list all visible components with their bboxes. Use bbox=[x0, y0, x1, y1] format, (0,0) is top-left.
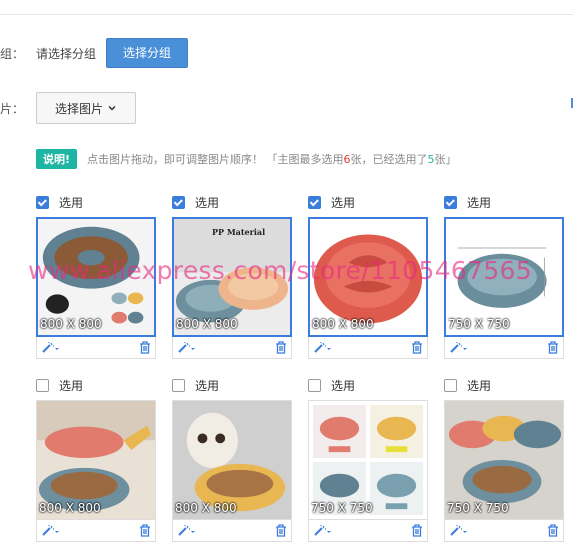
notice-text-after: 张」 bbox=[434, 153, 457, 166]
card-toolbar bbox=[172, 337, 292, 359]
select-checkbox[interactable] bbox=[36, 195, 49, 209]
image-size-label: 750 X 750 bbox=[448, 317, 510, 331]
image-card: 选用 750 X 750 bbox=[308, 376, 428, 542]
notice-badge: 说明! bbox=[36, 149, 78, 169]
image-size-label: 750 X 750 bbox=[311, 501, 373, 515]
top-divider bbox=[0, 14, 573, 15]
image-size-label: 750 X 750 bbox=[447, 501, 509, 515]
select-group-button[interactable]: 选择分组 bbox=[106, 38, 189, 68]
chevron-down-icon bbox=[108, 105, 116, 111]
trash-icon[interactable] bbox=[139, 341, 151, 354]
select-checkbox[interactable] bbox=[308, 378, 321, 392]
select-label: 选用 bbox=[59, 378, 84, 393]
trash-icon[interactable] bbox=[139, 524, 151, 537]
image-size-label: 800 X 800 bbox=[39, 501, 101, 515]
image-card: 选用 800 X 800 bbox=[36, 376, 156, 542]
notice-max-count: 6 bbox=[343, 152, 351, 166]
image-row: 片： 选择图片 bbox=[0, 92, 136, 124]
product-thumbnail[interactable]: 800 X 800 bbox=[172, 400, 292, 520]
magic-wand-icon[interactable] bbox=[41, 524, 61, 537]
magic-wand-icon[interactable] bbox=[177, 341, 197, 354]
select-image-button[interactable]: 选择图片 bbox=[36, 92, 136, 124]
trash-icon[interactable] bbox=[411, 524, 423, 537]
notice-text-before: 点击图片拖动，即可调整图片顺序！ 「主图最多选用 bbox=[87, 153, 344, 166]
group-row: 组： 请选择分组 选择分组 bbox=[0, 38, 189, 68]
select-label: 选用 bbox=[195, 195, 220, 210]
store-watermark: www.aliexpress.com/store/1105467565 bbox=[28, 256, 532, 285]
select-label: 选用 bbox=[59, 195, 84, 210]
select-label: 选用 bbox=[467, 195, 492, 210]
product-thumbnail[interactable]: 800 X 800 bbox=[36, 400, 156, 520]
magic-wand-icon[interactable] bbox=[449, 341, 469, 354]
card-toolbar bbox=[444, 337, 564, 359]
image-size-label: 800 X 800 bbox=[40, 317, 102, 331]
group-hint: 请选择分组 bbox=[36, 46, 97, 61]
image-size-label: 800 X 800 bbox=[175, 501, 237, 515]
trash-icon[interactable] bbox=[547, 341, 559, 354]
card-toolbar bbox=[308, 337, 428, 359]
card-toolbar bbox=[36, 337, 156, 359]
card-toolbar bbox=[444, 520, 564, 542]
select-label: 选用 bbox=[331, 195, 356, 210]
select-label: 选用 bbox=[331, 378, 356, 393]
card-toolbar bbox=[36, 520, 156, 542]
select-image-label: 选择图片 bbox=[54, 101, 103, 116]
magic-wand-icon[interactable] bbox=[313, 341, 333, 354]
trash-icon[interactable] bbox=[411, 341, 423, 354]
select-checkbox[interactable] bbox=[172, 195, 185, 209]
select-label: 选用 bbox=[467, 378, 492, 393]
image-label: 片： bbox=[0, 101, 25, 116]
magic-wand-icon[interactable] bbox=[313, 524, 333, 537]
trash-icon[interactable] bbox=[547, 524, 559, 537]
image-size-label: 800 X 800 bbox=[176, 317, 238, 331]
magic-wand-icon[interactable] bbox=[177, 524, 197, 537]
select-checkbox[interactable] bbox=[444, 195, 457, 209]
pp-material-caption: PP Material bbox=[212, 227, 266, 237]
select-checkbox[interactable] bbox=[172, 378, 185, 392]
trash-icon[interactable] bbox=[275, 341, 287, 354]
notice-text-middle: 张，已经选用了 bbox=[350, 153, 428, 166]
trash-icon[interactable] bbox=[275, 524, 287, 537]
group-label: 组： bbox=[0, 46, 25, 61]
image-card: 选用 750 X 750 bbox=[444, 376, 564, 542]
magic-wand-icon[interactable] bbox=[41, 341, 61, 354]
notice-bar: 说明! 点击图片拖动，即可调整图片顺序！ 「主图最多选用 6 张，已经选用了 5… bbox=[36, 149, 457, 169]
image-card: 选用 800 X 800 bbox=[172, 376, 292, 542]
magic-wand-icon[interactable] bbox=[449, 524, 469, 537]
select-checkbox[interactable] bbox=[308, 195, 321, 209]
product-thumbnail[interactable]: 750 X 750 bbox=[308, 400, 428, 520]
notice-used-count: 5 bbox=[427, 152, 435, 166]
card-toolbar bbox=[308, 520, 428, 542]
product-thumbnail[interactable]: 750 X 750 bbox=[444, 400, 564, 520]
select-checkbox[interactable] bbox=[36, 378, 49, 392]
image-size-label: 800 X 800 bbox=[312, 317, 374, 331]
card-toolbar bbox=[172, 520, 292, 542]
select-checkbox[interactable] bbox=[444, 378, 457, 392]
select-label: 选用 bbox=[195, 378, 220, 393]
